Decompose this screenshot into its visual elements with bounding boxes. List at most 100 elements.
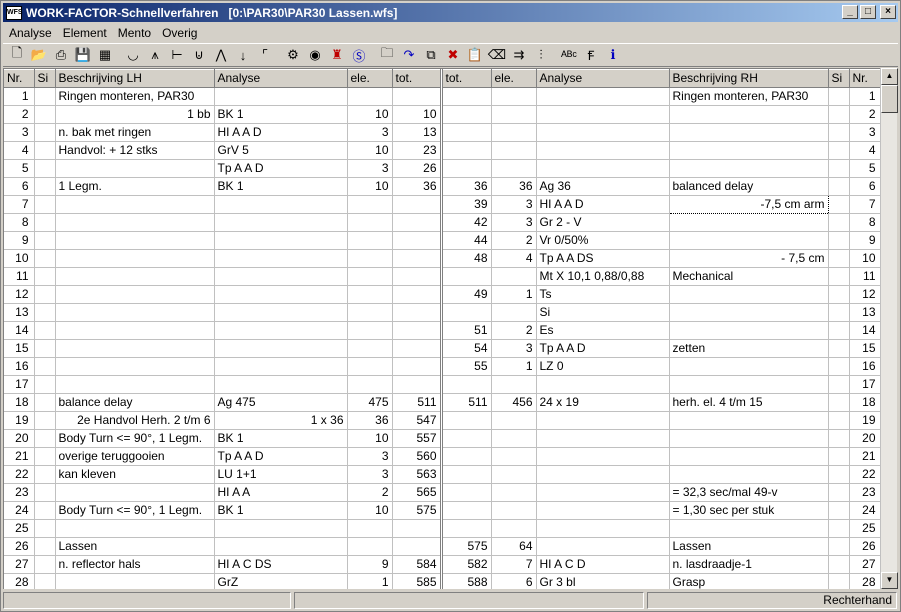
analyse-rh-cell[interactable]: Vr 0/50%	[536, 231, 670, 250]
table-row[interactable]: 16 55 1 LZ 0 16	[4, 357, 880, 376]
analyse-rh-cell[interactable]	[536, 105, 670, 124]
si-lh-cell[interactable]	[34, 483, 56, 502]
menu-overig[interactable]: Overig	[156, 26, 202, 40]
desc-lh-cell[interactable]: balance delay	[55, 393, 215, 412]
analyse-lh-cell[interactable]	[214, 213, 348, 232]
si-rh-cell[interactable]	[828, 429, 850, 448]
analyse-rh-cell[interactable]	[536, 465, 670, 484]
ele-rh-cell[interactable]: 3	[491, 195, 537, 214]
analyse-rh-cell[interactable]: Ag 36	[536, 177, 670, 196]
analyse-rh-cell[interactable]: HI A A D	[536, 195, 670, 214]
si-rh-cell[interactable]	[828, 141, 850, 160]
desc-lh-cell[interactable]	[55, 303, 215, 322]
row-number-rh[interactable]: 5	[849, 159, 880, 178]
analyse-lh-cell[interactable]: HI A A	[214, 483, 348, 502]
row-number-rh[interactable]: 6	[849, 177, 880, 196]
row-number-lh[interactable]: 26	[4, 537, 35, 556]
ele-lh-cell[interactable]	[347, 267, 393, 286]
figure-icon[interactable]: ♜	[326, 45, 348, 65]
tot-rh-cell[interactable]	[441, 501, 492, 520]
analyse-lh-cell[interactable]: BK 1	[214, 429, 348, 448]
tot-rh-cell[interactable]: 511	[441, 393, 492, 412]
desc-lh-cell[interactable]	[55, 321, 215, 340]
tot-lh-cell[interactable]	[392, 231, 443, 250]
vertical-scrollbar[interactable]: ▲ ▼	[880, 68, 898, 589]
tot-rh-cell[interactable]	[441, 267, 492, 286]
col-header-nr-rh[interactable]: Nr.	[849, 69, 880, 88]
desc-lh-cell[interactable]	[55, 339, 215, 358]
row-number-rh[interactable]: 4	[849, 141, 880, 160]
si-lh-cell[interactable]	[34, 249, 56, 268]
col-header-desc-lh[interactable]: Beschrijving LH	[55, 69, 215, 88]
desc-lh-cell[interactable]: n. reflector hals	[55, 555, 215, 574]
menu-mento[interactable]: Mento	[112, 26, 156, 40]
ele-lh-cell[interactable]: 3	[347, 123, 393, 142]
tot-rh-cell[interactable]	[441, 141, 492, 160]
row-number-lh[interactable]: 16	[4, 357, 35, 376]
table-row[interactable]: 18 balance delay Ag 475 475 511 511 456 24 x 1…	[4, 393, 880, 412]
col-header-nr[interactable]: Nr.	[4, 69, 35, 88]
si-lh-cell[interactable]	[34, 195, 56, 214]
tot-rh-cell[interactable]	[441, 87, 492, 106]
ele-rh-cell[interactable]	[491, 465, 537, 484]
ele-lh-cell[interactable]: 475	[347, 393, 393, 412]
si-lh-cell[interactable]	[34, 231, 56, 250]
tot-rh-cell[interactable]	[441, 519, 492, 538]
ele-rh-cell[interactable]	[491, 105, 537, 124]
row-number-lh[interactable]: 15	[4, 339, 35, 358]
row-number-lh[interactable]: 12	[4, 285, 35, 304]
tot-rh-cell[interactable]: 44	[441, 231, 492, 250]
desc-rh-cell[interactable]	[669, 321, 829, 340]
ele-rh-cell[interactable]: 1	[491, 357, 537, 376]
delete-icon[interactable]: ⌫	[486, 45, 508, 65]
desc-lh-cell[interactable]: Body Turn <= 90°, 1 Legm.	[55, 429, 215, 448]
si-lh-cell[interactable]	[34, 537, 56, 556]
row-number-rh[interactable]: 28	[849, 573, 880, 589]
analyse-lh-cell[interactable]: 1 x 36	[214, 411, 348, 430]
ele-rh-cell[interactable]: 2	[491, 231, 537, 250]
tot-rh-cell[interactable]: 42	[441, 213, 492, 232]
si-rh-cell[interactable]	[828, 177, 850, 196]
ele-lh-cell[interactable]: 10	[347, 177, 393, 196]
analyse-lh-cell[interactable]	[214, 267, 348, 286]
desc-rh-cell[interactable]	[669, 519, 829, 538]
analyse-rh-cell[interactable]: Mt X 10,1 0,88/0,88	[536, 267, 670, 286]
table-row[interactable]: 4 Handvol: + 12 stks GrV 5 10 23 4	[4, 141, 880, 160]
desc-lh-cell[interactable]	[55, 483, 215, 502]
desc-lh-cell[interactable]: n. bak met ringen	[55, 123, 215, 142]
ele-lh-cell[interactable]	[347, 537, 393, 556]
si-rh-cell[interactable]	[828, 375, 850, 394]
ele-rh-cell[interactable]	[491, 303, 537, 322]
si-lh-cell[interactable]	[34, 519, 56, 538]
row-number-lh[interactable]: 1	[4, 87, 35, 106]
ele-rh-cell[interactable]	[491, 159, 537, 178]
tot-rh-cell[interactable]: 54	[441, 339, 492, 358]
analyse-lh-cell[interactable]	[214, 303, 348, 322]
analyse-rh-cell[interactable]: Es	[536, 321, 670, 340]
analyse-rh-cell[interactable]	[536, 159, 670, 178]
calculator-icon[interactable]: ▦	[94, 45, 116, 65]
si-lh-cell[interactable]	[34, 105, 56, 124]
desc-rh-cell[interactable]: Lassen	[669, 537, 829, 556]
analyse-rh-cell[interactable]: HI A C D	[536, 555, 670, 574]
desc-lh-cell[interactable]: kan kleven	[55, 465, 215, 484]
si-rh-cell[interactable]	[828, 357, 850, 376]
table-row[interactable]: 8 42 3 Gr 2 - V 8	[4, 213, 880, 232]
ele-rh-cell[interactable]	[491, 411, 537, 430]
eye-icon[interactable]: ◉	[304, 45, 326, 65]
si-rh-cell[interactable]	[828, 105, 850, 124]
desc-rh-cell[interactable]: herh. el. 4 t/m 15	[669, 393, 829, 412]
analyse-rh-cell[interactable]: Gr 2 - V	[536, 213, 670, 232]
analyse-rh-cell[interactable]	[536, 483, 670, 502]
row-number-rh[interactable]: 3	[849, 123, 880, 142]
analyse-lh-cell[interactable]	[214, 321, 348, 340]
table-row[interactable]: 13 Si 13	[4, 303, 880, 322]
ele-lh-cell[interactable]	[347, 375, 393, 394]
si-lh-cell[interactable]	[34, 123, 56, 142]
desc-lh-cell[interactable]	[55, 285, 215, 304]
row-number-lh[interactable]: 19	[4, 411, 35, 430]
ele-lh-cell[interactable]	[347, 249, 393, 268]
si-rh-cell[interactable]	[828, 123, 850, 142]
desc-rh-cell[interactable]: = 32,3 sec/mal 49-v	[669, 483, 829, 502]
ele-rh-cell[interactable]	[491, 483, 537, 502]
